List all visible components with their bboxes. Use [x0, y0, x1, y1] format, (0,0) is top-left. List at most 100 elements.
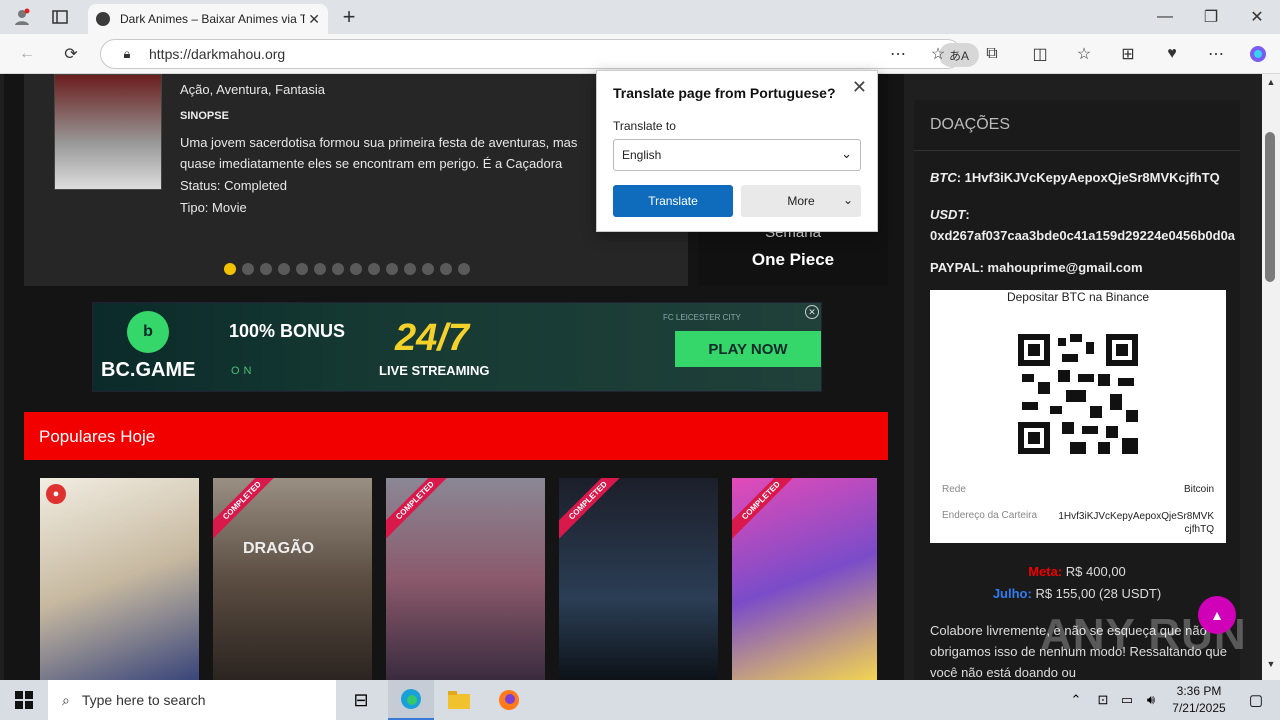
ad-live-streaming: LIVE STREAMING	[379, 363, 490, 378]
tray-device-icon[interactable]: ⊡	[1090, 680, 1116, 720]
ad-bonus: 100% BONUS	[229, 321, 346, 341]
new-tab-icon[interactable]: +	[336, 4, 362, 30]
anime-card[interactable]: COMPLETED	[559, 478, 718, 680]
julho-progress: Julho: R$ 155,00 (28 USDT)	[914, 586, 1240, 601]
close-popup-icon[interactable]: ✕	[852, 77, 867, 98]
divider	[914, 150, 1240, 151]
settings-menu-icon[interactable]: ⋯	[1204, 42, 1228, 66]
paypal-address: PAYPAL: mahouprime@gmail.com	[930, 260, 1143, 275]
ad-banner[interactable]: b BC.GAME 100% BONUS ON 24/7 LIVE STREAM…	[92, 302, 822, 392]
edge-taskbar-icon[interactable]	[388, 680, 434, 720]
favorite-star-icon[interactable]: ☆	[927, 43, 949, 65]
site-favicon-icon	[96, 12, 110, 26]
refresh-icon[interactable]: ⟳	[58, 42, 84, 66]
endereco-label: Endereço da Carteira	[942, 510, 1038, 521]
translate-popup: Translate page from Portuguese? ✕ Transl…	[596, 70, 878, 232]
slider-dots	[224, 263, 470, 275]
btc-address: BTC: 1Hvf3iKJVcKepyAepoxQjeSr8MVKcjfhTQ	[930, 170, 1220, 185]
profile-avatar-icon[interactable]	[8, 6, 36, 28]
slider-dot[interactable]	[332, 263, 344, 275]
slider-dot[interactable]	[278, 263, 290, 275]
split-screen-icon[interactable]: ◫	[1028, 42, 1052, 66]
close-window-icon[interactable]: ✕	[1244, 6, 1270, 28]
file-explorer-icon[interactable]	[436, 680, 482, 720]
slider-status: Status: Completed	[180, 178, 287, 193]
slider-dot[interactable]	[242, 263, 254, 275]
slider-dot[interactable]	[224, 263, 236, 275]
page-scrollbar[interactable]: ▲ ▼	[1262, 74, 1280, 680]
close-tab-icon[interactable]: ✕	[308, 11, 320, 28]
network-icon[interactable]: ▭	[1114, 680, 1140, 720]
popular-cards: ● COMPLETED DRAGÃO COMPLETED COMPLETED C…	[40, 478, 877, 680]
slider-dot[interactable]	[260, 263, 272, 275]
slider-dot[interactable]	[386, 263, 398, 275]
donations-sidebar: DOAÇÕES BTC: 1Hvf3iKJVcKepyAepoxQjeSr8MV…	[914, 100, 1240, 680]
usdt-label: USDT	[930, 207, 966, 222]
task-view-icon[interactable]: ⊟	[338, 680, 384, 720]
tab-title: Dark Animes – Baixar Animes via T	[120, 12, 305, 26]
firefox-icon[interactable]	[486, 680, 532, 720]
tab-actions-icon[interactable]	[48, 6, 72, 28]
featured-slider[interactable]: Ação, Aventura, Fantasia SINOPSE Uma jov…	[24, 74, 688, 286]
anime-card[interactable]: COMPLETED DRAGÃO	[213, 478, 372, 680]
rede-label: Rede	[942, 484, 966, 495]
windows-taskbar: ⌕ Type here to search ⊟ ⌃ ⊡ ▭ 🔊︎ 3:36 PM…	[0, 680, 1280, 720]
slider-dot[interactable]	[458, 263, 470, 275]
copilot-icon[interactable]	[1246, 42, 1270, 66]
slider-dot[interactable]	[314, 263, 326, 275]
notifications-icon[interactable]: ▢	[1236, 680, 1276, 720]
minimize-icon[interactable]: —	[1152, 6, 1178, 28]
slider-dot[interactable]	[368, 263, 380, 275]
more-tools-icon[interactable]: ⋯	[887, 43, 909, 65]
slider-dot[interactable]	[404, 263, 416, 275]
anime-card[interactable]: COMPLETED	[386, 478, 545, 680]
ad-on: ON	[231, 365, 256, 377]
taskbar-clock[interactable]: 3:36 PM 7/21/2025	[1164, 683, 1234, 717]
bcgame-logo-icon: b	[127, 311, 169, 353]
restore-icon[interactable]: ❐	[1198, 6, 1224, 28]
slider-dot[interactable]	[350, 263, 362, 275]
start-button[interactable]	[0, 680, 48, 720]
slider-dot[interactable]	[296, 263, 308, 275]
chevron-down-icon: ⌄	[841, 146, 852, 161]
browser-tab-strip: Dark Animes – Baixar Animes via T ✕ + — …	[0, 0, 1280, 34]
collections-icon[interactable]: ⊞	[1116, 42, 1140, 66]
more-label: More	[787, 194, 815, 208]
slider-dot[interactable]	[440, 263, 452, 275]
taskbar-search[interactable]: ⌕ Type here to search	[48, 680, 336, 720]
ad-choices-icon[interactable]: ✕	[805, 305, 819, 319]
rede-value: Bitcoin	[1183, 484, 1214, 495]
extensions-icon[interactable]: ⧉	[980, 42, 1004, 66]
meta-goal: Meta: R$ 400,00	[914, 564, 1240, 579]
more-button[interactable]: More ⌄	[741, 185, 861, 217]
address-toolbar: ← ⟳ 🔒︎ https://darkmahou.org あA ⋯ ☆ ⧉ ◫ …	[0, 34, 1280, 74]
translate-button[interactable]: Translate	[613, 185, 733, 217]
clock-date: 7/21/2025	[1172, 701, 1226, 715]
favorites-icon[interactable]: ☆	[1072, 42, 1096, 66]
scroll-up-icon[interactable]: ▲	[1262, 74, 1280, 90]
qr-title: Depositar BTC na Binance	[1006, 290, 1150, 304]
populares-hoje-header: Populares Hoje	[24, 412, 888, 460]
back-icon[interactable]: ←	[14, 42, 40, 66]
ad-play-now-button[interactable]: PLAY NOW	[675, 331, 821, 367]
scroll-to-top-button[interactable]: ▲	[1198, 596, 1236, 634]
binance-qr-card: Depositar BTC na Binance Rede Bitcoin En…	[930, 290, 1226, 543]
btc-label: BTC	[930, 170, 957, 185]
scrollbar-thumb[interactable]	[1265, 132, 1275, 282]
address-bar[interactable]: 🔒︎ https://darkmahou.org あA ⋯ ☆	[100, 39, 979, 69]
anime-card[interactable]: ●	[40, 478, 199, 680]
anime-card[interactable]: COMPLETED	[732, 478, 877, 680]
completed-ribbon: COMPLETED	[386, 478, 459, 544]
weekly-title[interactable]: One Piece	[698, 250, 888, 270]
julho-label: Julho:	[992, 586, 1032, 601]
performance-icon[interactable]: ♥	[1160, 42, 1184, 66]
slider-dot[interactable]	[422, 263, 434, 275]
anime-poster[interactable]	[54, 74, 162, 190]
search-icon: ⌕	[62, 691, 70, 708]
language-select[interactable]: English ⌄	[613, 139, 861, 171]
browser-tab-active[interactable]: Dark Animes – Baixar Animes via T ✕	[88, 4, 328, 34]
scroll-down-icon[interactable]: ▼	[1262, 656, 1280, 672]
lock-icon[interactable]: 🔒︎	[117, 44, 137, 64]
volume-icon[interactable]: 🔊︎	[1138, 680, 1164, 720]
btc-value: 1Hvf3iKJVcKepyAepoxQjeSr8MVKcjfhTQ	[964, 170, 1220, 185]
